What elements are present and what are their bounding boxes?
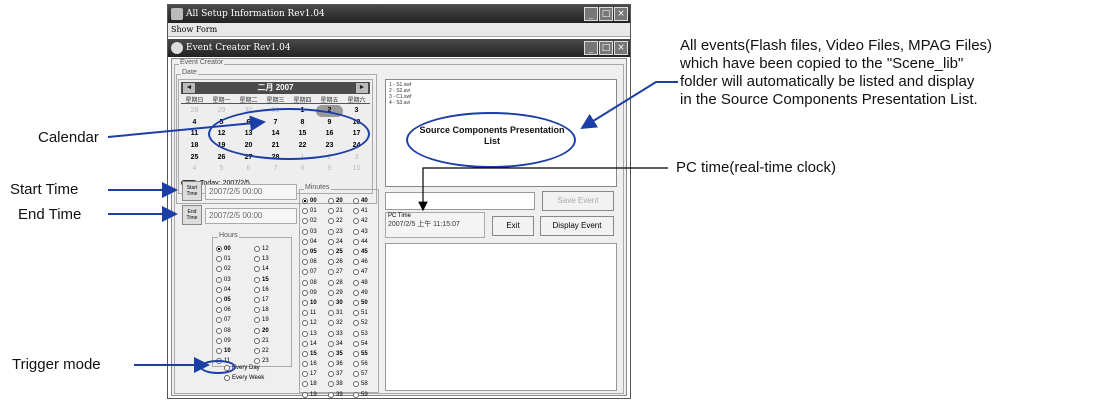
pc-time-arrow <box>418 167 668 212</box>
events-arrow <box>580 81 678 130</box>
calendar-arrow <box>107 115 266 138</box>
annotation-arrows <box>107 81 678 373</box>
